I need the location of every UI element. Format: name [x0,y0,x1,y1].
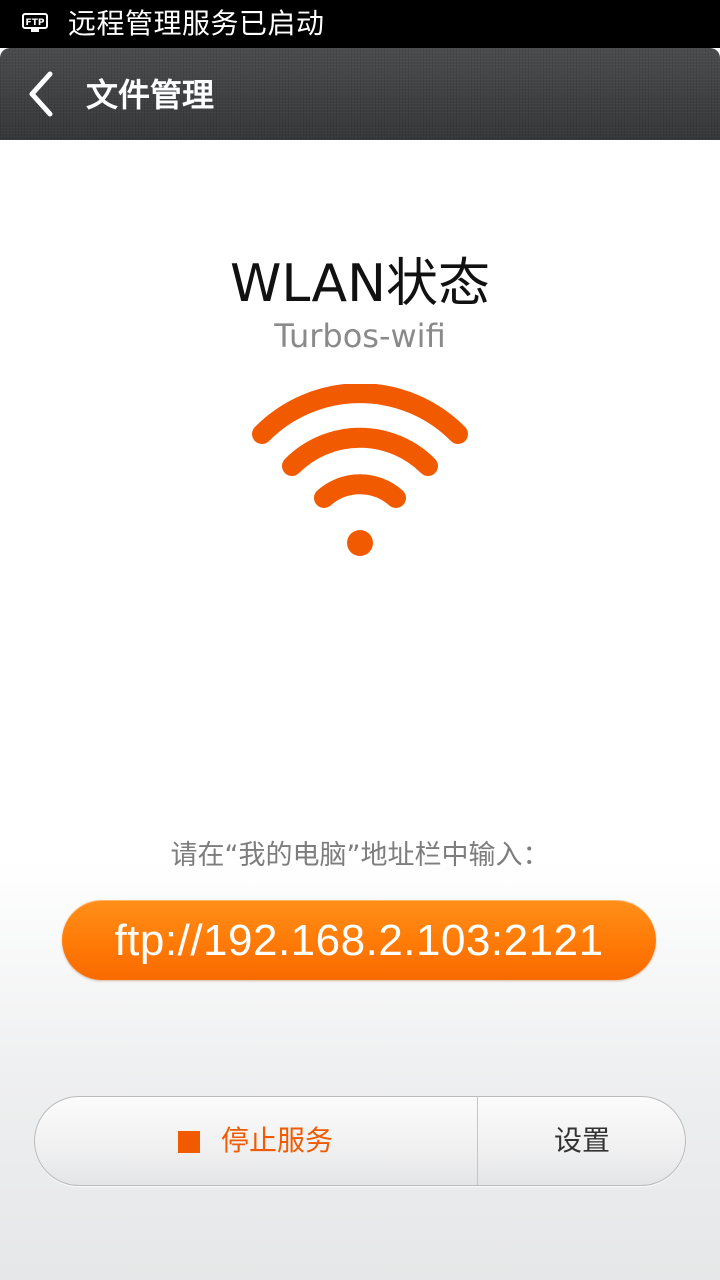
title-bar: 文件管理 [0,48,720,140]
status-bar: FTP 远程管理服务已启动 [0,0,720,48]
page-title: 文件管理 [86,76,215,114]
back-button[interactable] [20,68,66,120]
stop-square-icon [178,1131,200,1153]
stop-service-button[interactable]: 停止服务 [35,1097,477,1185]
ftp-icon: FTP [22,13,48,32]
status-notification-text: 远程管理服务已启动 [68,7,325,40]
settings-button[interactable]: 设置 [478,1097,685,1185]
address-hint: 请在“我的电脑”地址栏中输入： [170,840,550,871]
ftp-address: ftp://192.168.2.103:2121 [62,900,656,980]
wifi-ssid: Turbos-wifi [274,317,446,355]
action-button-group: 停止服务 设置 [34,1096,686,1186]
wifi-icon [252,384,468,556]
stop-service-label: 停止服务 [221,1124,334,1157]
ftp-icon-text: FTP [26,18,45,28]
chevron-left-icon [29,71,53,117]
wlan-status-title: WLAN状态 [229,254,491,314]
